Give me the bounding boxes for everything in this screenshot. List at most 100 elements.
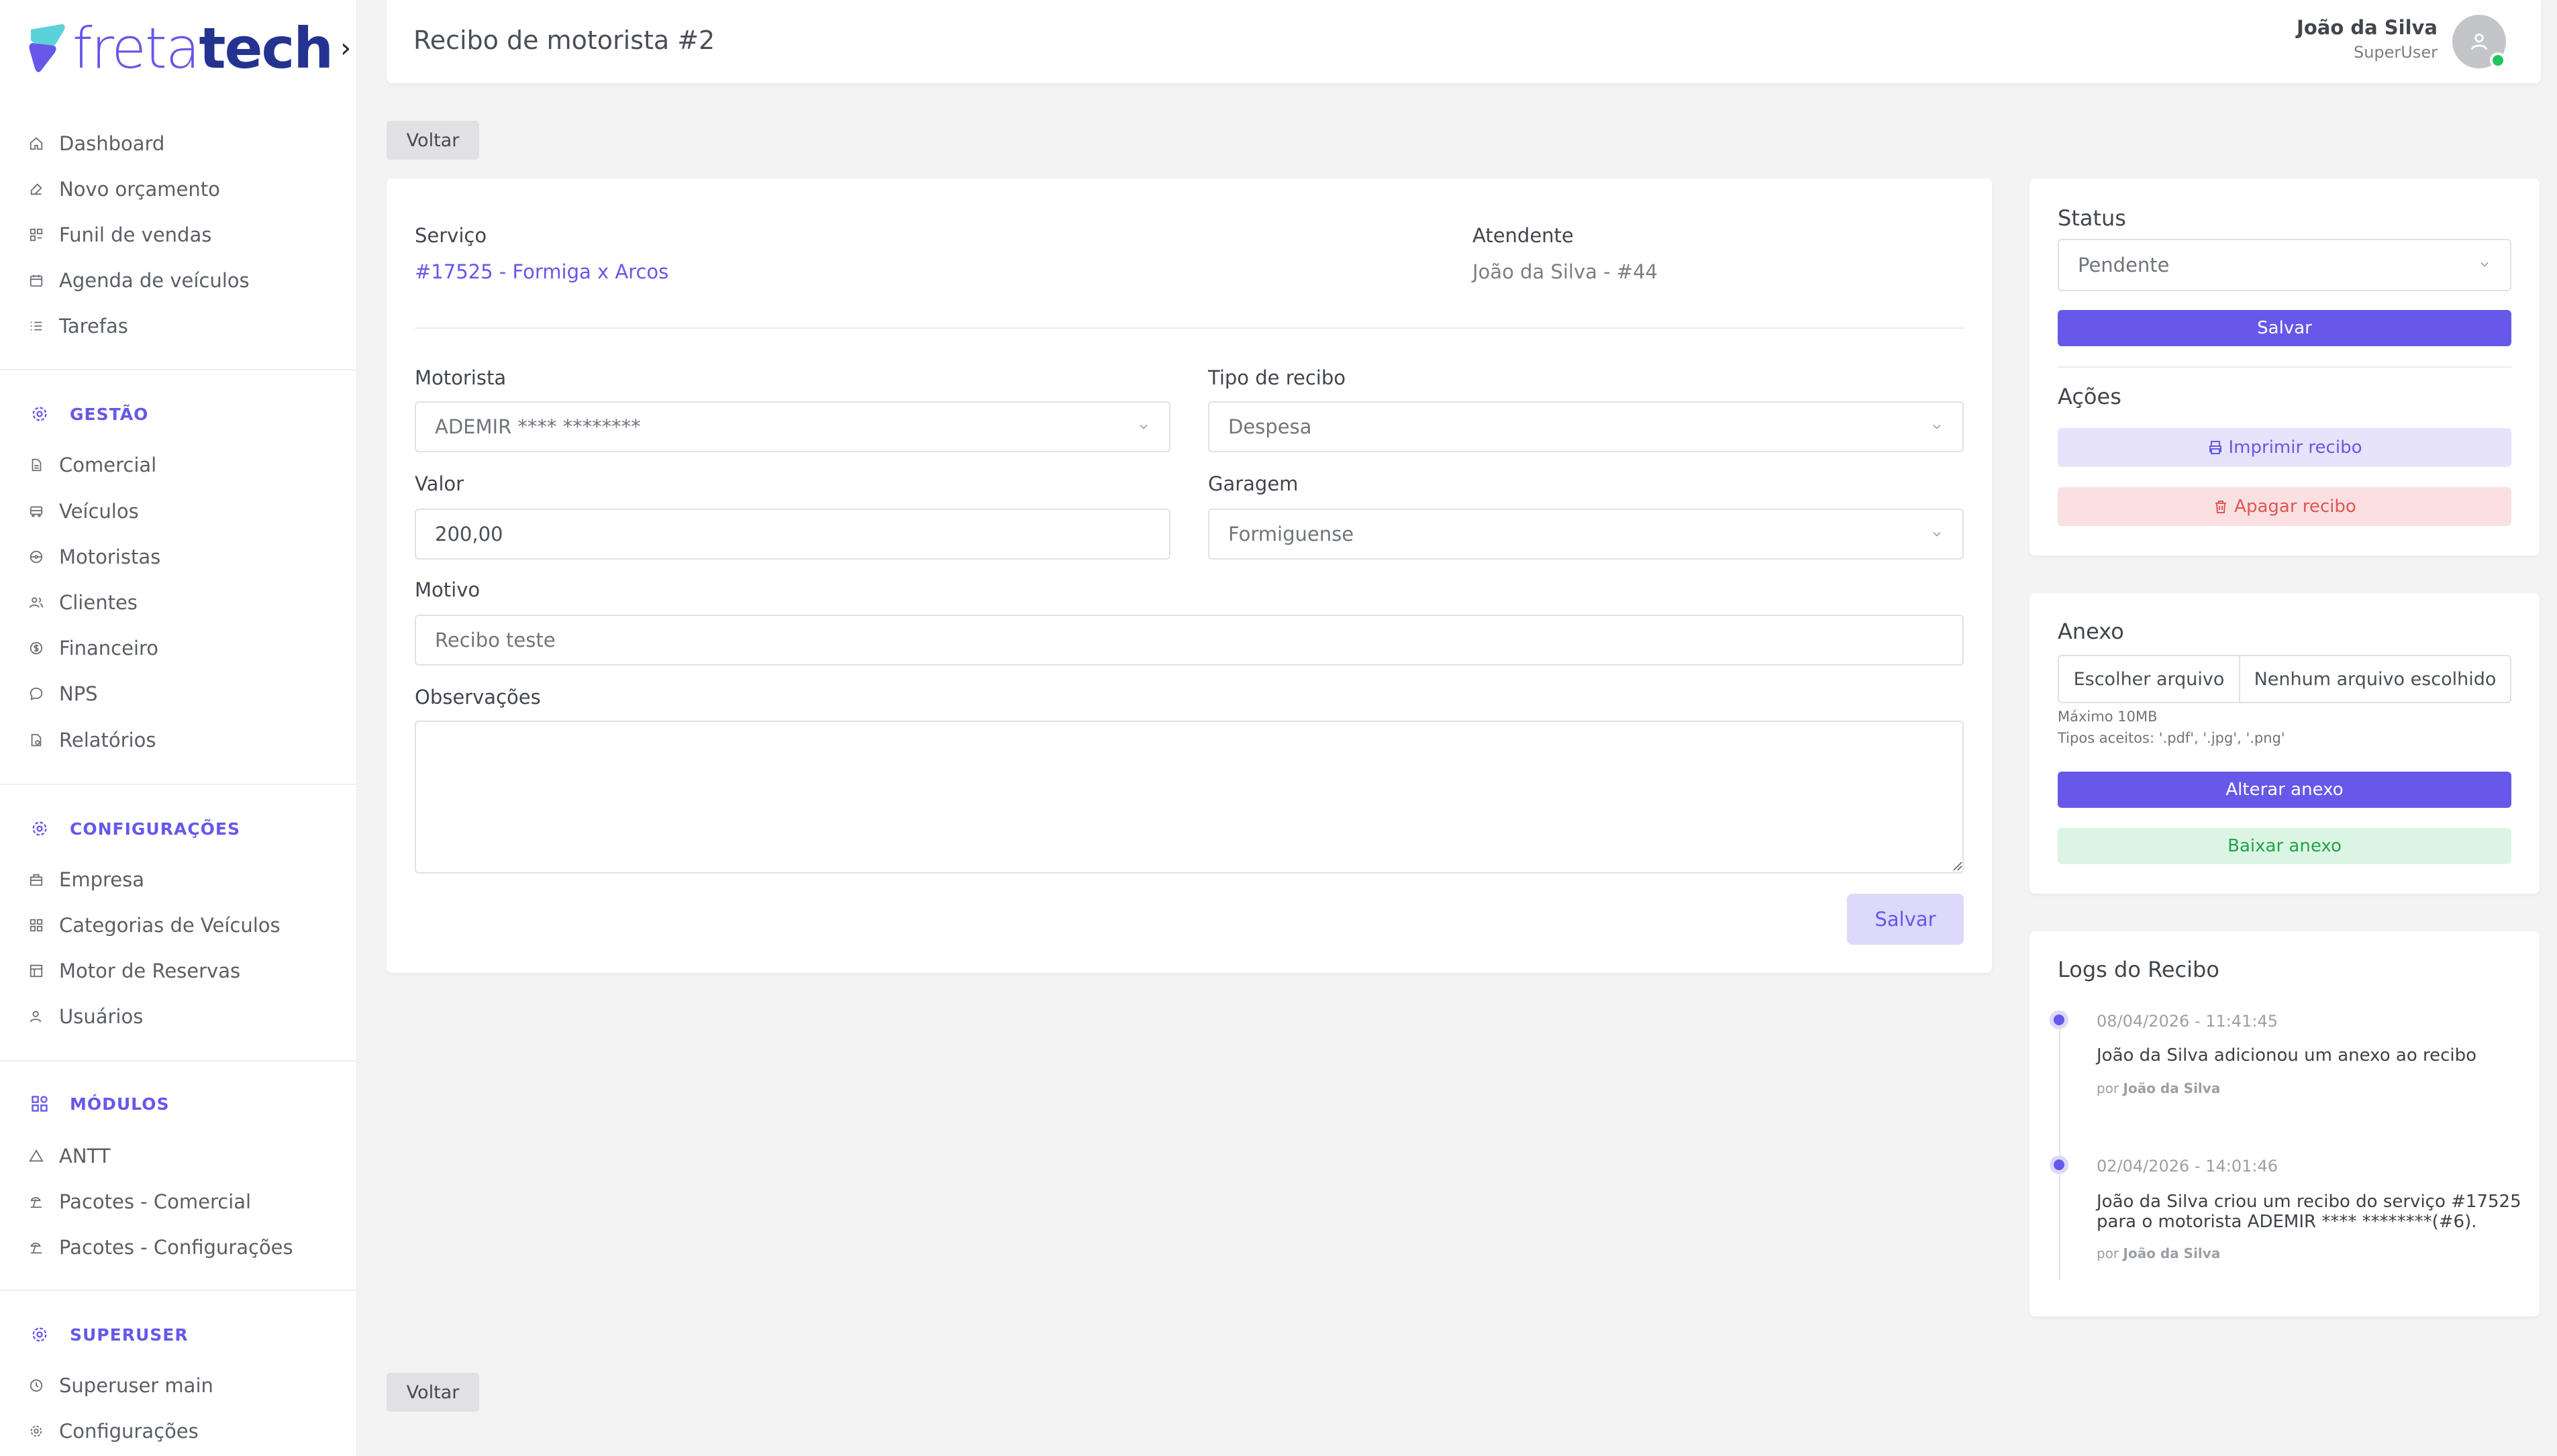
sidebar-item-motor-de-reservas[interactable]: Motor de Reservas — [27, 952, 240, 990]
notes-label: Observações — [415, 686, 541, 709]
log-text: João da Silva adicionou um anexo ao reci… — [2097, 1045, 2477, 1065]
sidebar-item-usuarios[interactable]: Usuários — [27, 998, 143, 1035]
funnel-icon — [27, 225, 46, 244]
sidebar-item-nps[interactable]: NPS — [27, 675, 98, 713]
sidebar-item-pacotes-configuracoes[interactable]: Pacotes - Configurações — [27, 1229, 293, 1266]
sidebar-item-label: Pacotes - Configurações — [59, 1236, 293, 1259]
logs-card: Logs do Recibo 08/04/2026 - 11:41:45 Joã… — [2029, 931, 2540, 1316]
chevron-down-icon — [1140, 424, 1148, 429]
printer-icon — [2209, 441, 2221, 454]
logo[interactable]: fretatech › — [27, 15, 351, 82]
back-button-top[interactable]: Voltar — [387, 121, 479, 160]
actions-title: Ações — [2058, 384, 2121, 409]
file-input[interactable]: Escolher arquivo Nenhum arquivo escolhid… — [2058, 655, 2511, 703]
collapse-chevron-icon[interactable]: › — [340, 33, 351, 64]
back-button-bottom[interactable]: Voltar — [387, 1373, 479, 1412]
chevron-down-icon — [1933, 531, 1941, 537]
sidebar-item-label: Funil de vendas — [59, 223, 212, 246]
attachment-title: Anexo — [2058, 619, 2124, 644]
avatar[interactable] — [2452, 15, 2506, 68]
service-link[interactable]: #17525 - Formiga x Arcos — [415, 260, 668, 283]
sidebar-item-comercial[interactable]: Comercial — [27, 446, 156, 484]
logo-mark-icon — [29, 24, 65, 72]
sidebar-divider — [0, 784, 357, 785]
sidebar-item-dashboard[interactable]: Dashboard — [27, 125, 164, 162]
home-icon — [27, 134, 46, 153]
choose-file-button[interactable]: Escolher arquivo — [2059, 656, 2240, 702]
sidebar-item-label: Novo orçamento — [59, 178, 220, 201]
change-attachment-button[interactable]: Alterar anexo — [2058, 772, 2511, 808]
sidebar-item-motoristas[interactable]: Motoristas — [27, 538, 160, 576]
timeline-line — [2059, 1025, 2060, 1280]
service-label: Serviço — [415, 224, 487, 247]
receipt-type-value: Despesa — [1228, 415, 1312, 438]
sidebar-item-pacotes-comercial[interactable]: Pacotes - Comercial — [27, 1183, 251, 1220]
section-title: GESTÃO — [70, 404, 149, 424]
resize-handle-icon[interactable] — [1952, 860, 1962, 871]
log-text-line2: para o motorista ADEMIR **** ********(#6… — [2097, 1212, 2477, 1232]
sidebar-item-superuser-main[interactable]: Superuser main — [27, 1367, 213, 1404]
user-name: João da Silva — [2297, 16, 2438, 39]
sidebar-item-label: NPS — [59, 682, 98, 705]
timeline-dot — [2050, 1010, 2068, 1029]
chevron-down-icon — [1933, 424, 1941, 429]
sidebar-item-relatorios[interactable]: Relatórios — [27, 721, 156, 759]
document-icon — [27, 456, 46, 474]
sidebar-item-label: Categorias de Veículos — [59, 914, 281, 937]
chevron-down-icon — [2480, 262, 2489, 267]
beach-icon — [27, 1192, 46, 1211]
sidebar-item-label: Relatórios — [59, 729, 156, 751]
user-info[interactable]: João da Silva SuperUser — [2297, 16, 2438, 62]
users-icon — [27, 593, 46, 612]
sidebar-section-superuser: SUPERUSER — [28, 1318, 189, 1351]
driver-select[interactable]: ADEMIR **** ******** — [415, 401, 1170, 452]
grid-icon — [27, 916, 46, 935]
sidebar-item-clientes[interactable]: Clientes — [27, 584, 138, 621]
sidebar-item-label: ANTT — [59, 1145, 111, 1167]
sidebar-item-label: Veículos — [59, 500, 139, 523]
status-value: Pendente — [2078, 254, 2170, 276]
sidebar-item-categorias-de-veiculos[interactable]: Categorias de Veículos — [27, 906, 281, 944]
reason-input[interactable]: Recibo teste — [415, 615, 1964, 666]
log-time: 02/04/2026 - 14:01:46 — [2097, 1157, 2278, 1176]
modules-icon — [28, 1092, 51, 1115]
sidebar-item-veiculos[interactable]: Veículos — [27, 492, 139, 530]
calendar-icon — [27, 271, 46, 290]
sidebar-item-agenda-de-veiculos[interactable]: Agenda de veículos — [27, 262, 250, 299]
sidebar-item-label: Agenda de veículos — [59, 269, 250, 292]
delete-receipt-label: Apagar recibo — [2234, 497, 2356, 517]
sidebar-item-tarefas[interactable]: Tarefas — [27, 307, 128, 345]
delete-receipt-button[interactable]: Apagar recibo — [2058, 487, 2511, 526]
sidebar-item-label: Motoristas — [59, 545, 161, 568]
attendant-label: Atendente — [1472, 224, 1574, 247]
receipt-type-select[interactable]: Despesa — [1208, 401, 1964, 452]
no-file-chosen-text: Nenhum arquivo escolhido — [2254, 668, 2497, 690]
download-attachment-button[interactable]: Baixar anexo — [2058, 828, 2511, 864]
logo-prefix: freta — [72, 15, 200, 81]
sidebar-item-funil-de-vendas[interactable]: Funil de vendas — [27, 216, 211, 254]
garage-select[interactable]: Formiguense — [1208, 509, 1964, 560]
clock-icon — [27, 1376, 46, 1395]
log-author-prefix: por — [2097, 1080, 2119, 1096]
sidebar-item-label: Usuários — [59, 1005, 144, 1028]
amount-input[interactable]: 200,00 — [415, 509, 1170, 560]
log-author: por João da Silva — [2097, 1080, 2220, 1096]
print-receipt-button[interactable]: Imprimir recibo — [2058, 428, 2511, 467]
sidebar-item-empresa[interactable]: Empresa — [27, 861, 144, 898]
notes-textarea[interactable] — [415, 721, 1964, 874]
status-select[interactable]: Pendente — [2058, 239, 2511, 291]
sidebar-divider — [0, 369, 357, 370]
logo-suffix: tech — [199, 15, 334, 81]
save-button[interactable]: Salvar — [1847, 894, 1964, 945]
sidebar-divider — [0, 1290, 357, 1291]
sidebar-item-novo-orcamento[interactable]: Novo orçamento — [27, 170, 220, 208]
sidebar-item-configuracoes[interactable]: Configurações — [27, 1412, 199, 1450]
sidebar-item-financeiro[interactable]: Financeiro — [27, 629, 158, 667]
sidebar-item-antt[interactable]: ANTT — [27, 1137, 110, 1175]
status-save-button[interactable]: Salvar — [2058, 310, 2511, 346]
sidebar-section-modulos: MÓDULOS — [28, 1087, 169, 1121]
reason-value: Recibo teste — [435, 629, 556, 652]
sidebar-item-label: Pacotes - Comercial — [59, 1190, 252, 1213]
user-avatar-icon — [2471, 34, 2487, 50]
steering-wheel-icon — [27, 548, 46, 566]
